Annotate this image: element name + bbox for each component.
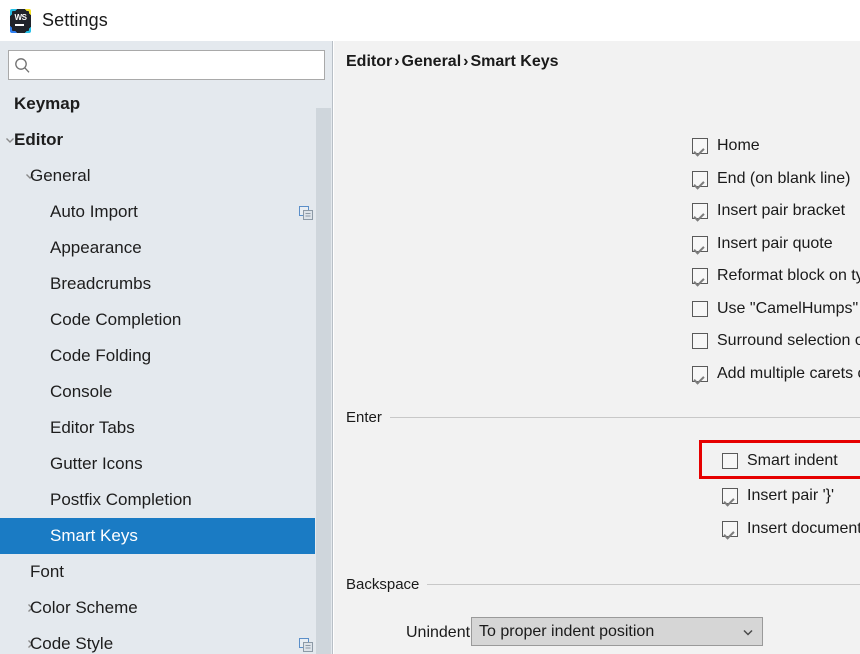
checkbox-icon[interactable] (692, 268, 708, 284)
sidebar-item-label: Postfix Completion (50, 490, 192, 509)
option-use-camelhumps-words[interactable]: Use "CamelHumps" words (692, 300, 860, 318)
settings-sidebar: Keymap Editor General Auto Import Appearance… (0, 41, 333, 654)
sidebar-item-breadcrumbs[interactable]: Breadcrumbs (0, 266, 332, 302)
enter-section-header: Enter (346, 409, 860, 426)
sidebar-item-console[interactable]: Console (0, 374, 332, 410)
breadcrumb-item[interactable]: Smart Keys (470, 53, 558, 70)
sidebar-item-gutter-icons[interactable]: Gutter Icons (0, 446, 332, 482)
checkbox-icon[interactable] (692, 236, 708, 252)
sidebar-item-label: Appearance (50, 238, 142, 257)
sidebar-item-label: Keymap (14, 94, 81, 113)
sidebar-item-code-folding[interactable]: Code Folding (0, 338, 332, 374)
checkbox-label: Add multiple carets on double Ctrl with … (717, 365, 860, 382)
sidebar-item-postfix-completion[interactable]: Postfix Completion (0, 482, 332, 518)
checkbox-icon[interactable] (722, 521, 738, 537)
sidebar-item-label: Editor (14, 130, 64, 149)
option-end-on-blank-line[interactable]: End (on blank line) (692, 170, 850, 188)
sidebar-scrollbar-thumb[interactable] (316, 108, 331, 654)
sidebar-item-editor-tabs[interactable]: Editor Tabs (0, 410, 332, 446)
sidebar-item-auto-import[interactable]: Auto Import (0, 194, 332, 230)
search-box[interactable] (8, 50, 325, 80)
search-icon (9, 51, 35, 79)
sidebar-item-label: Code Completion (50, 310, 182, 329)
breadcrumb-item[interactable]: Editor (346, 53, 392, 70)
option-home[interactable]: Home (692, 137, 760, 155)
backspace-section-title: Backspace (346, 576, 420, 593)
checkbox-icon[interactable] (692, 366, 708, 382)
checkbox-label: Insert pair '}' (747, 487, 835, 504)
sidebar-item-label: Code Style (30, 634, 114, 653)
checkbox-icon[interactable] (692, 138, 708, 154)
sidebar-item-label: Editor Tabs (50, 418, 135, 437)
sidebar-item-font[interactable]: Font (0, 554, 332, 590)
copy-settings-icon[interactable] (299, 637, 313, 652)
option-reformat-block-on-typing[interactable]: Reformat block on typing '}' (692, 267, 860, 285)
breadcrumb-item[interactable]: General (402, 53, 462, 70)
sidebar-item-label: Breadcrumbs (50, 274, 152, 293)
checkbox-icon[interactable] (722, 488, 738, 504)
sidebar-item-label: Font (30, 562, 65, 581)
sidebar-item-code-completion[interactable]: Code Completion (0, 302, 332, 338)
search-input[interactable] (35, 52, 324, 78)
sidebar-item-label: General (30, 166, 91, 185)
option-surround-selection-on-typing-quote-or-brace[interactable]: Surround selection on typing quote or br… (692, 332, 860, 350)
sidebar-item-label: Console (50, 382, 113, 401)
chevron-down-icon[interactable] (734, 625, 762, 639)
option-insert-pair-bracket[interactable]: Insert pair bracket (692, 202, 845, 220)
settings-tree: Keymap Editor General Auto Import Appearance… (0, 86, 332, 654)
enter-section-title: Enter (346, 409, 382, 426)
checkbox-icon[interactable] (692, 333, 708, 349)
settings-main-panel: Editor › General › Smart Keys Home End (on bl… (334, 41, 860, 654)
sidebar-item-general[interactable]: General (0, 158, 332, 194)
unindent-dropdown[interactable]: To proper indent position (471, 617, 763, 646)
section-divider (427, 584, 860, 585)
option-add-multiple-carets-on-double-ctrl-with-arrow-keys[interactable]: Add multiple carets on double Ctrl with … (692, 365, 860, 383)
sidebar-item-editor[interactable]: Editor (0, 122, 332, 158)
section-divider (389, 417, 860, 418)
window-title: Settings (42, 10, 108, 30)
sidebar-item-label: Gutter Icons (50, 454, 143, 473)
checkbox-label: Insert pair quote (717, 235, 833, 252)
smart-indent-highlight-box (699, 440, 860, 479)
sidebar-item-label: Smart Keys (50, 526, 138, 545)
checkbox-label: Use "CamelHumps" words (717, 300, 860, 317)
checkbox-label: Insert pair bracket (717, 202, 846, 219)
sidebar-item-label: Color Scheme (30, 598, 138, 617)
webstorm-logo-icon: WS (8, 8, 34, 34)
copy-settings-icon[interactable] (299, 205, 313, 220)
title-bar: WS Settings (0, 0, 860, 41)
checkbox-label: End (on blank line) (717, 170, 851, 187)
backspace-section-header: Backspace (346, 576, 860, 593)
sidebar-item-label: Auto Import (50, 202, 138, 221)
sidebar-item-color-scheme[interactable]: Color Scheme (0, 590, 332, 626)
checkbox-icon[interactable] (692, 301, 708, 317)
checkbox-label: Reformat block on typing '}' (717, 267, 860, 284)
sidebar-item-appearance[interactable]: Appearance (0, 230, 332, 266)
checkbox-label: Surround selection on typing quote or br… (717, 332, 860, 349)
breadcrumb: Editor › General › Smart Keys (346, 53, 559, 71)
checkbox-label: Home (717, 137, 760, 154)
sidebar-item-label: Code Folding (50, 346, 152, 365)
sidebar-item-keymap[interactable]: Keymap (0, 86, 332, 122)
checkbox-icon[interactable] (692, 203, 708, 219)
unindent-dropdown-value: To proper indent position (479, 622, 655, 640)
enter-option-insert-documentation-comment-stub[interactable]: Insert documentation comment stub (722, 520, 860, 538)
option-insert-pair-quote[interactable]: Insert pair quote (692, 235, 833, 253)
enter-option-insert-pair[interactable]: Insert pair '}' (722, 487, 834, 505)
sidebar-item-code-style[interactable]: Code Style (0, 626, 332, 654)
checkbox-label: Insert documentation comment stub (747, 520, 860, 537)
sidebar-item-smart-keys[interactable]: Smart Keys (0, 518, 332, 554)
unindent-label: Unindent: (406, 624, 475, 641)
checkbox-icon[interactable] (692, 171, 708, 187)
breadcrumb-separator: › (394, 53, 400, 70)
